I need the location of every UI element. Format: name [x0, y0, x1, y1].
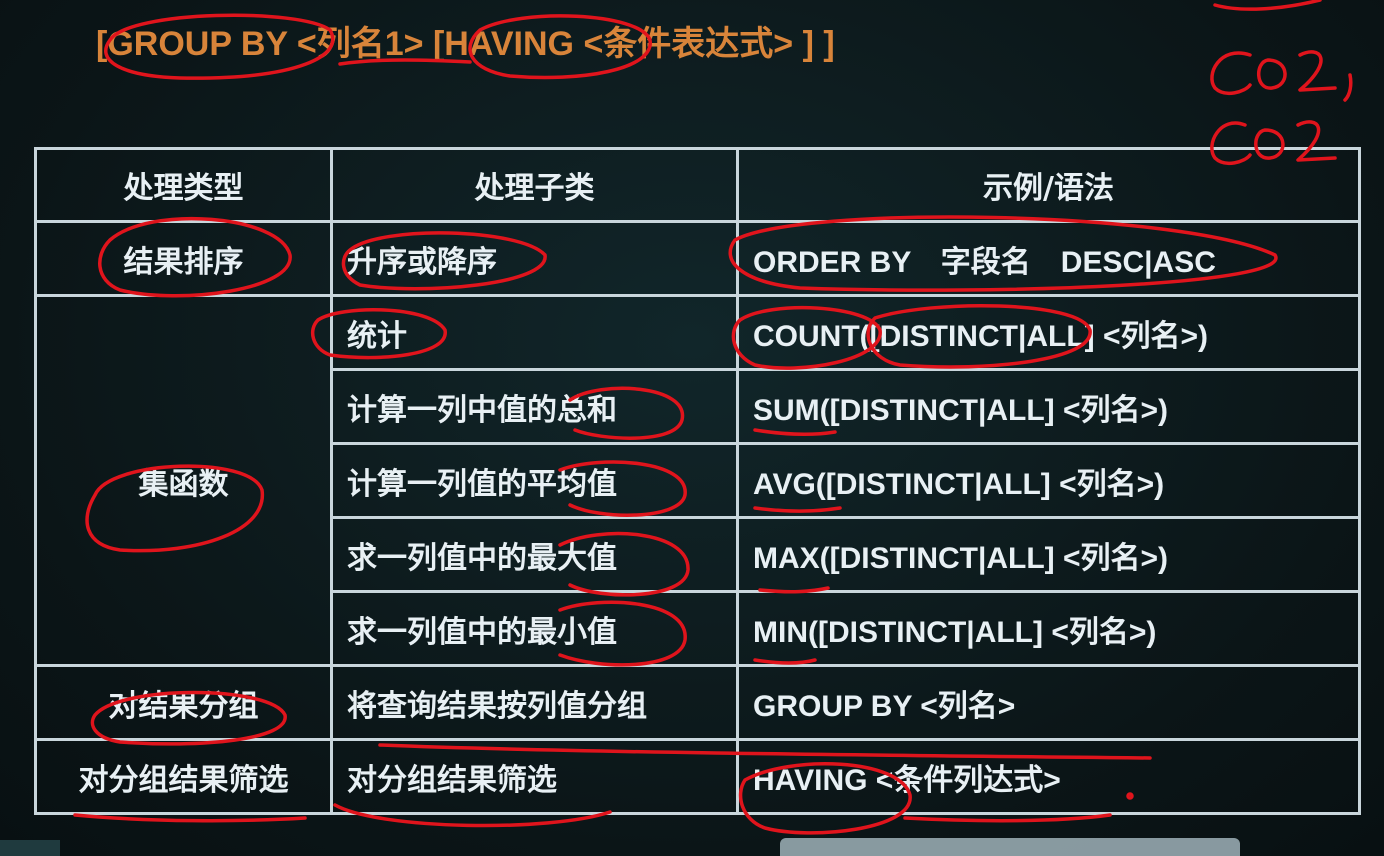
example-cell: AVG([DISTINCT|ALL] <列名>) [736, 442, 1361, 519]
header-example: 示例/语法 [736, 147, 1361, 223]
subclass-cell: 升序或降序 [330, 220, 739, 297]
example-cell: ORDER BY 字段名 DESC|ASC [736, 220, 1361, 297]
player-controls-bar[interactable] [780, 838, 1240, 856]
category-cell: 对结果分组 [34, 664, 333, 741]
example-cell: GROUP BY <列名> [736, 664, 1361, 741]
subclass-cell: 统计 [330, 294, 739, 371]
sql-function-table: 处理类型 处理子类 示例/语法 结果排序 升序或降序 ORDER BY 字段名 … [34, 147, 1361, 815]
table-row: 对结果分组 将查询结果按列值分组 GROUP BY <列名> [34, 664, 1361, 741]
table-row: 对分组结果筛选 对分组结果筛选 HAVING <条件列达式> [34, 738, 1361, 815]
category-cell: 对分组结果筛选 [34, 738, 333, 815]
corner-widget [0, 840, 60, 856]
example-cell: MIN([DISTINCT|ALL] <列名>) [736, 590, 1361, 667]
subclass-cell: 将查询结果按列值分组 [330, 664, 739, 741]
header-subclass: 处理子类 [330, 147, 739, 223]
example-cell: HAVING <条件列达式> [736, 738, 1361, 815]
category-cell: 集函数 [34, 294, 333, 667]
table-header-row: 处理类型 处理子类 示例/语法 [34, 147, 1361, 223]
subclass-cell: 计算一列中值的总和 [330, 368, 739, 445]
subclass-cell: 对分组结果筛选 [330, 738, 739, 815]
header-type: 处理类型 [34, 147, 333, 223]
subclass-cell: 求一列值中的最小值 [330, 590, 739, 667]
example-cell: SUM([DISTINCT|ALL] <列名>) [736, 368, 1361, 445]
category-cell: 结果排序 [34, 220, 333, 297]
subclass-cell: 计算一列值的平均值 [330, 442, 739, 519]
example-cell: COUNT([DISTINCT|ALL] <列名>) [736, 294, 1361, 371]
table-row: 集函数 统计 COUNT([DISTINCT|ALL] <列名>) [34, 294, 1361, 667]
subclass-cell: 求一列值中的最大值 [330, 516, 739, 593]
table-row: 结果排序 升序或降序 ORDER BY 字段名 DESC|ASC [34, 220, 1361, 297]
example-cell: MAX([DISTINCT|ALL] <列名>) [736, 516, 1361, 593]
syntax-line: [GROUP BY <列名1> [HAVING <条件表达式> ] ] [96, 25, 835, 63]
